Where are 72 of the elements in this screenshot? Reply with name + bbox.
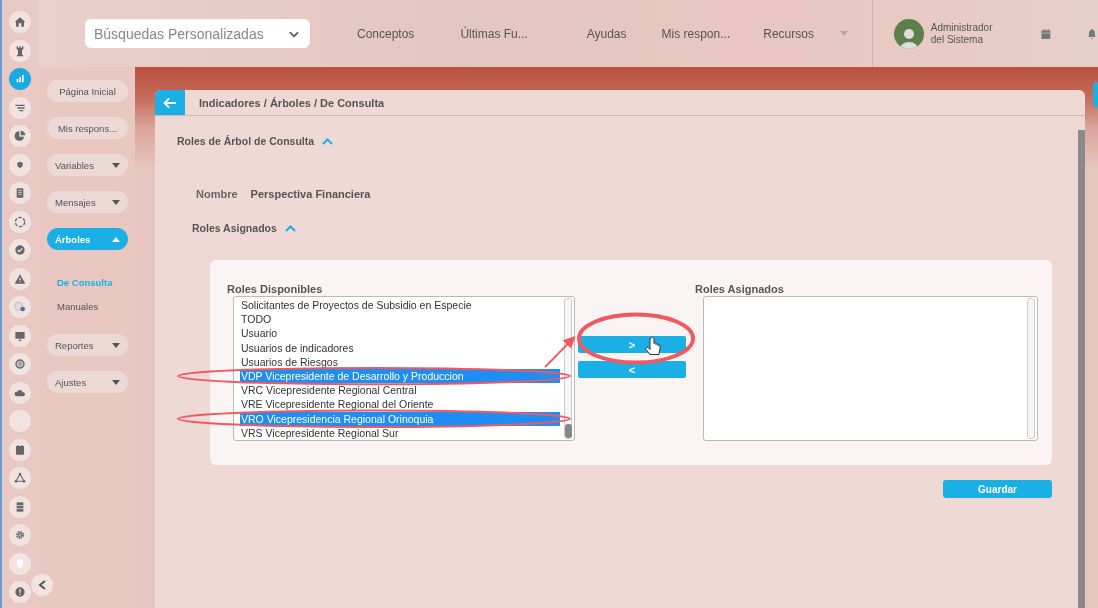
list-label: Roles Disponibles [227,283,324,295]
calendar-icon[interactable] [1040,26,1053,41]
list-option[interactable]: TODO [241,312,564,327]
nav-button[interactable]: Ajustes [47,371,128,393]
rail-button[interactable] [9,182,31,204]
arrow-left-icon [163,96,177,109]
nav-button[interactable]: Variables [47,154,128,176]
scroll-thumb[interactable] [565,424,572,438]
menu-link[interactable]: Ayudas [586,26,627,41]
list-label: Roles Asignados [695,283,785,295]
menu-link[interactable]: Mis respon... [661,26,731,41]
rail-button[interactable] [9,68,31,90]
menu-link[interactable]: Últimas Fu... [460,26,528,41]
rail-button[interactable] [9,581,31,603]
rail-button[interactable] [9,524,31,546]
section-title: Roles de Árbol de Consulta [177,135,315,147]
annotation-arrow [544,336,576,369]
rail-button[interactable] [9,467,31,489]
caret-up-icon [112,236,120,242]
avatar[interactable] [893,18,924,49]
caret-down-icon [112,379,120,385]
list-option[interactable]: VRS Vicepresidente Regional Sur [241,425,564,440]
rail-button[interactable] [9,495,31,518]
list-option[interactable]: Usuario [241,326,564,341]
back-button[interactable] [155,90,185,115]
bell-icon[interactable] [1086,26,1098,41]
menu-link[interactable]: Recursos [763,26,814,41]
caret-down-icon [112,342,120,348]
rail-button[interactable] [9,438,31,461]
rail-button[interactable] [9,210,31,233]
nav-button[interactable]: Mensajes [47,191,128,213]
scrollbar[interactable] [1078,130,1085,608]
caret-down-icon [112,162,120,168]
nav-button[interactable]: Mis respons... [47,117,128,139]
nav-subitem[interactable]: Manuales [57,301,99,312]
scrollbar[interactable] [1027,298,1035,439]
user-name: Administrador del Sistema [930,21,994,46]
list-option[interactable]: VRC Vicepresidente Regional Central [241,383,564,398]
nav-button[interactable]: Reportes [47,334,128,356]
collapse-button[interactable] [31,574,53,596]
rail-button[interactable] [9,239,31,261]
menu-link[interactable]: Conceptos [357,26,415,41]
section-title: Roles Asignados [192,222,277,234]
rail-button[interactable] [9,125,31,147]
check-circle-icon [12,242,28,258]
list-option[interactable]: Solicitantes de Proyectos de Subsidio en Especie [241,298,564,313]
list-option[interactable]: Usuarios de Riesgos [241,354,564,369]
chevron-left-icon [37,579,47,591]
caret-down-icon [112,199,120,205]
roles-listbox[interactable] [233,296,575,441]
rail-button[interactable] [9,96,31,119]
rail-button[interactable] [9,324,31,347]
rail-button[interactable] [9,296,31,318]
field-value: Perspectiva Financiera [250,188,371,200]
exclamation-circle-icon [12,584,28,600]
rail-button[interactable] [9,381,31,404]
breadcrumb: Indicadores / Árboles / De Consulta [199,96,385,109]
hand-cursor-icon [645,336,661,355]
pie-chart-icon [12,128,28,144]
rail-button[interactable] [9,11,31,33]
rail-button[interactable] [9,267,31,290]
list-option[interactable]: VRE Vicepresidente Regional del Oriente [241,397,564,412]
clock-icon [12,356,28,372]
rail-button[interactable] [9,39,31,62]
field-label: Nombre [196,188,238,200]
list-option[interactable]: Usuarios de indicadores [241,340,564,355]
rail-button[interactable] [9,153,31,176]
rail-button[interactable] [9,353,31,375]
search-dropdown[interactable]: Búsquedas Personalizadas [85,19,310,48]
nav-button[interactable]: Página Inicial [47,80,128,102]
scrollbar[interactable] [564,298,572,439]
caret-down-icon [839,31,848,36]
